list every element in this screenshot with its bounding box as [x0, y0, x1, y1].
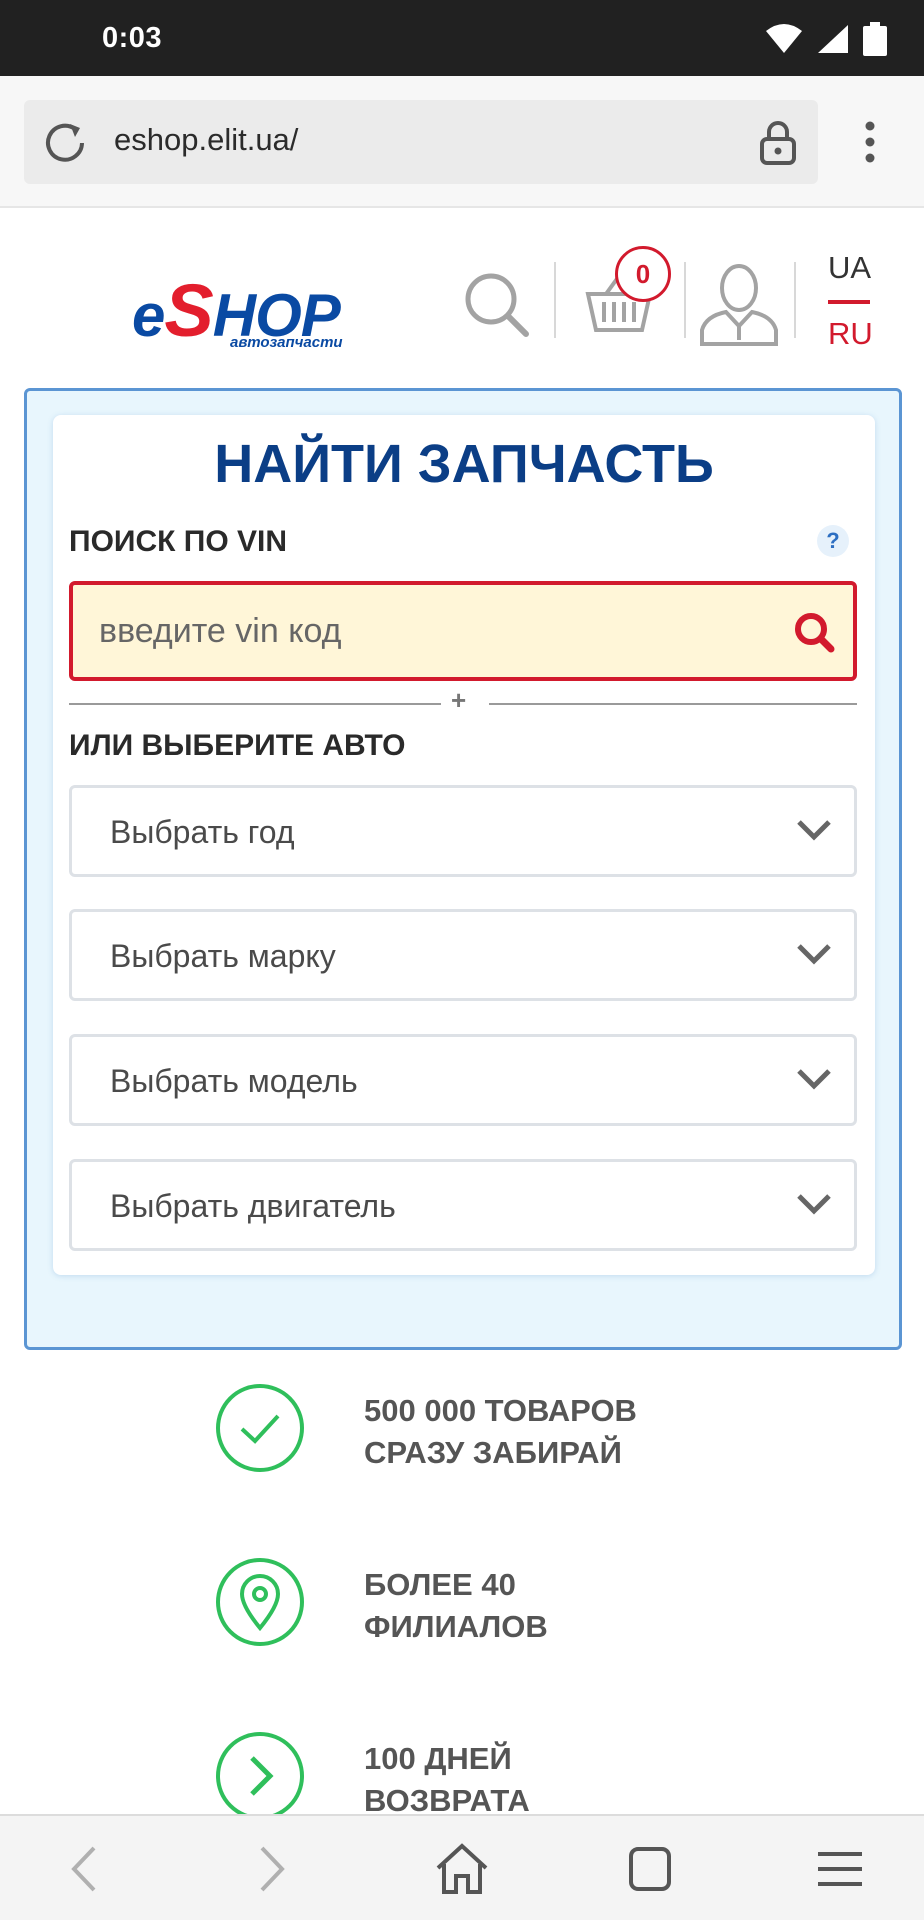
status-icons	[764, 22, 888, 56]
more-menu-icon[interactable]	[858, 120, 882, 164]
hamburger-menu-icon[interactable]	[816, 1842, 864, 1896]
cart-count-badge[interactable]: 0	[615, 246, 671, 302]
vin-search-label: ПОИСК ПО VIN	[69, 525, 288, 558]
header-divider	[794, 262, 796, 338]
select-brand[interactable]: Выбрать марку	[69, 909, 857, 1001]
vin-input-container[interactable]	[69, 581, 857, 681]
status-time: 0:03	[102, 22, 163, 54]
chevron-right-circle-icon	[216, 1732, 304, 1820]
status-bar: 0:03	[0, 0, 924, 76]
header-divider	[554, 262, 556, 338]
feature-text: 100 ДНЕЙ ВОЗВРАТА	[364, 1741, 530, 1818]
chevron-down-icon	[797, 820, 831, 841]
feature-item: БОЛЕЕ 40 ФИЛИАЛОВ	[214, 1556, 814, 1656]
location-pin-icon	[216, 1558, 304, 1646]
chevron-down-icon	[797, 1069, 831, 1090]
language-ru[interactable]: RU	[828, 316, 873, 352]
chevron-down-icon	[797, 1194, 831, 1215]
tabs-icon[interactable]	[628, 1842, 672, 1896]
battery-icon	[863, 22, 887, 56]
header-divider	[684, 262, 686, 338]
lock-icon[interactable]	[758, 119, 798, 167]
panel-title: НАЙТИ ЗАПЧАСТЬ	[214, 434, 714, 494]
url-text[interactable]: eshop.elit.ua/	[114, 122, 298, 158]
site-logo[interactable]: eSHOP автозапчасти	[132, 268, 362, 352]
select-model[interactable]: Выбрать модель	[69, 1034, 857, 1126]
separator-line	[489, 703, 857, 705]
find-part-card: НАЙТИ ЗАПЧАСТЬ ПОИСК ПО VIN ? + ИЛИ ВЫБЕ…	[53, 415, 875, 1275]
wifi-icon	[766, 24, 802, 53]
back-icon[interactable]	[66, 1842, 102, 1896]
signal-icon	[818, 25, 848, 53]
chevron-down-icon	[797, 944, 831, 965]
find-part-panel: НАЙТИ ЗАПЧАСТЬ ПОИСК ПО VIN ? + ИЛИ ВЫБЕ…	[24, 388, 902, 1350]
select-label: Выбрать двигатель	[110, 1188, 396, 1224]
home-icon[interactable]	[434, 1842, 490, 1896]
select-engine[interactable]: Выбрать двигатель	[69, 1159, 857, 1251]
select-year[interactable]: Выбрать год	[69, 785, 857, 877]
check-icon	[216, 1384, 304, 1472]
select-label: Выбрать модель	[110, 1063, 358, 1099]
reload-icon[interactable]	[42, 120, 90, 166]
feature-text: 500 000 ТОВАРОВ СРАЗУ ЗАБИРАЙ	[364, 1393, 637, 1470]
browser-toolbar: eshop.elit.ua/	[0, 76, 924, 208]
logo-subtitle: автозапчасти	[230, 334, 343, 351]
select-label: Выбрать год	[110, 814, 295, 850]
help-icon[interactable]: ?	[817, 525, 849, 557]
language-ua[interactable]: UA	[828, 250, 871, 286]
search-icon[interactable]	[462, 270, 532, 340]
language-underline	[828, 300, 870, 304]
vin-input[interactable]	[97, 603, 777, 659]
select-label: Выбрать марку	[110, 938, 336, 974]
choose-car-label: ИЛИ ВЫБЕРИТЕ АВТО	[69, 729, 406, 762]
user-account-icon[interactable]	[698, 260, 780, 346]
separator-plus: +	[451, 685, 467, 715]
forward-icon[interactable]	[254, 1842, 290, 1896]
feature-text: БОЛЕЕ 40 ФИЛИАЛОВ	[364, 1567, 548, 1644]
vin-search-icon[interactable]	[793, 611, 835, 653]
separator-line	[69, 703, 441, 705]
browser-bottom-nav	[0, 1814, 924, 1920]
address-bar[interactable]: eshop.elit.ua/	[24, 100, 818, 184]
feature-item: 500 000 ТОВАРОВ СРАЗУ ЗАБИРАЙ	[214, 1382, 814, 1482]
site-header: eSHOP автозапчасти 0 UA RU	[0, 210, 924, 380]
